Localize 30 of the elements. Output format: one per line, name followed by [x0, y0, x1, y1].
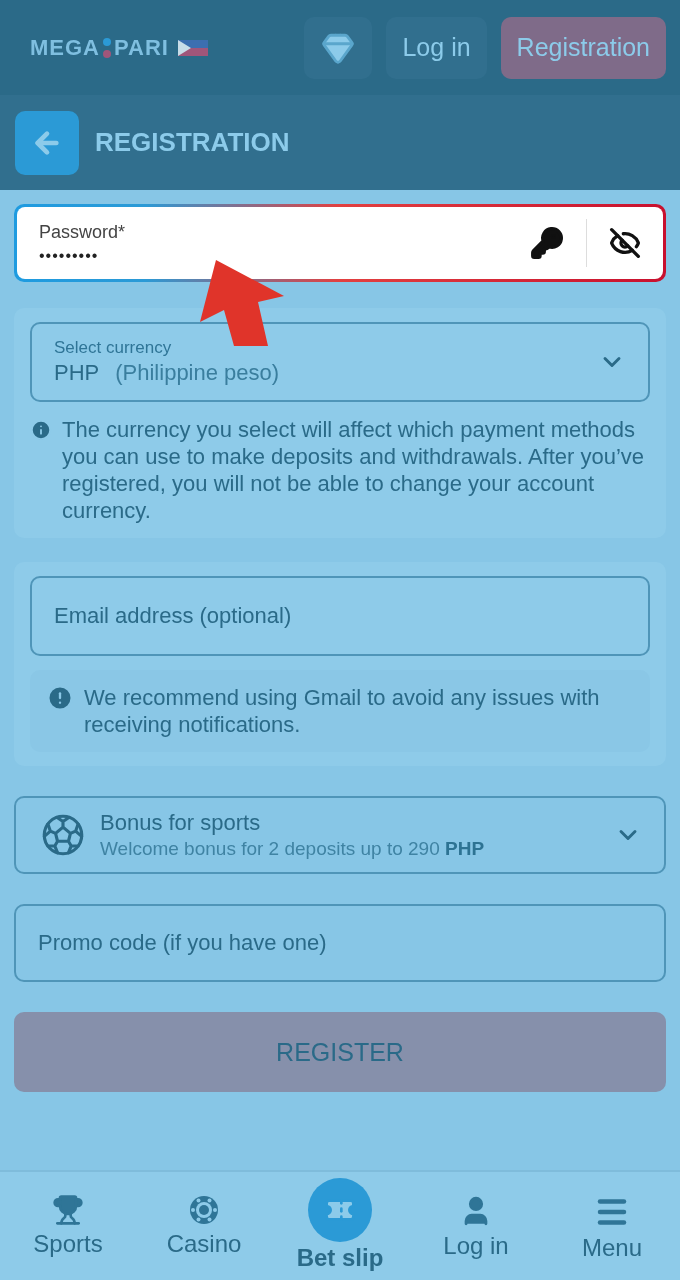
trophy-icon: [52, 1194, 84, 1226]
nav-item[interactable]: Log in: [408, 1172, 544, 1261]
info-icon: [30, 419, 52, 441]
alert-icon: [46, 684, 74, 712]
page-title: REGISTRATION: [95, 127, 290, 158]
eye-off-icon[interactable]: [609, 227, 641, 259]
registration-button[interactable]: Registration: [500, 16, 666, 79]
logo-text: PARI: [114, 34, 169, 61]
password-field[interactable]: Password* •••••••••: [14, 204, 666, 282]
password-value: •••••••••: [39, 246, 100, 265]
nav-item[interactable]: Menu: [544, 1172, 680, 1263]
nav-item[interactable]: Sports: [0, 1172, 136, 1259]
flag-icon: [177, 39, 208, 56]
promo-code-field[interactable]: Promo code (if you have one): [14, 904, 666, 982]
email-field[interactable]: Email address (optional): [30, 576, 650, 656]
logo-text: MEGA: [30, 34, 100, 61]
logo-colon-icon: [103, 36, 111, 59]
register-button[interactable]: REGISTER: [14, 1012, 666, 1092]
currency-note: The currency you select will affect which payment methods you can use to make deposits and withdrawals. After you’ve registered, you will not be able to change your account currency.: [62, 416, 646, 524]
chip-icon: [188, 1194, 220, 1226]
diamond-button[interactable]: [304, 16, 373, 79]
key-icon[interactable]: [530, 226, 564, 260]
field-label: Password*: [39, 221, 127, 243]
email-note-text: We recommend using Gmail to avoid any issues with receiving notifications.: [84, 684, 601, 738]
back-button[interactable]: [15, 110, 79, 175]
currency-select[interactable]: Select currency PHP (Philippine peso): [30, 322, 650, 402]
bonus-select[interactable]: Bonus for sports Welcome bonus for 2 deposits up to 290 PHP: [14, 796, 666, 874]
login-button[interactable]: Log in: [386, 16, 487, 79]
nav-item[interactable]: Casino: [136, 1172, 272, 1259]
nav-item[interactable]: Bet slip: [272, 1172, 408, 1273]
